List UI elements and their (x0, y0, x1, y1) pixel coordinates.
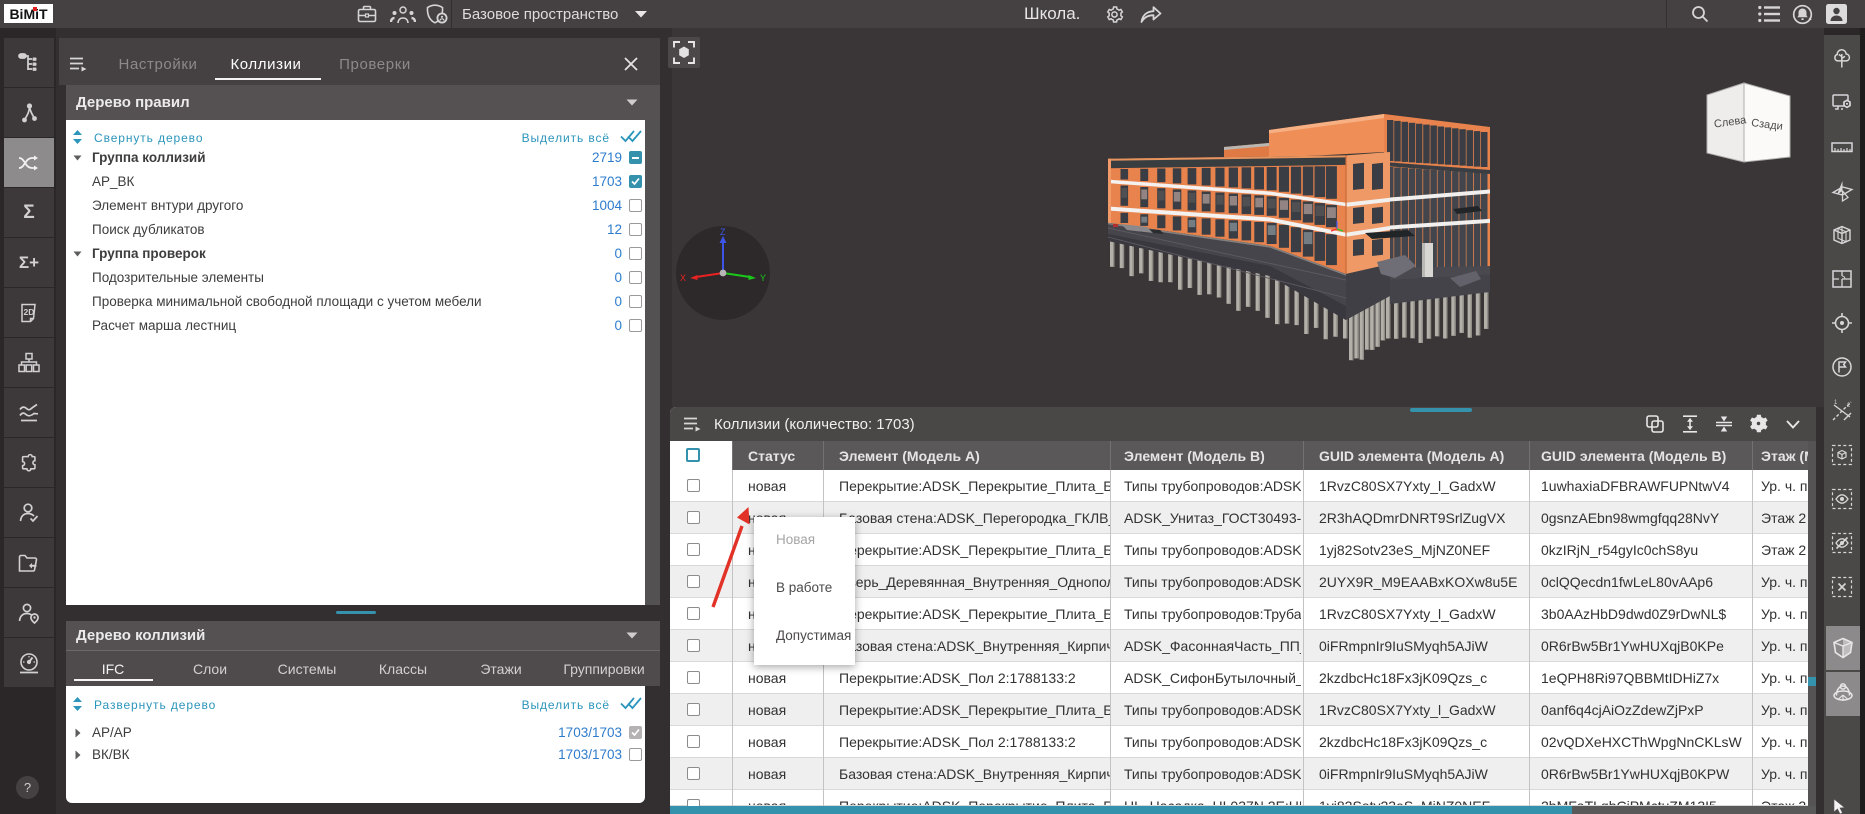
svg-text:1: 1 (1834, 400, 1838, 406)
svg-text:2D: 2D (24, 307, 35, 317)
svg-text:Y: Y (760, 273, 766, 283)
svg-text:X: X (680, 273, 686, 283)
svg-text:Z: Z (720, 227, 726, 237)
svg-text:2: 2 (1847, 403, 1851, 409)
